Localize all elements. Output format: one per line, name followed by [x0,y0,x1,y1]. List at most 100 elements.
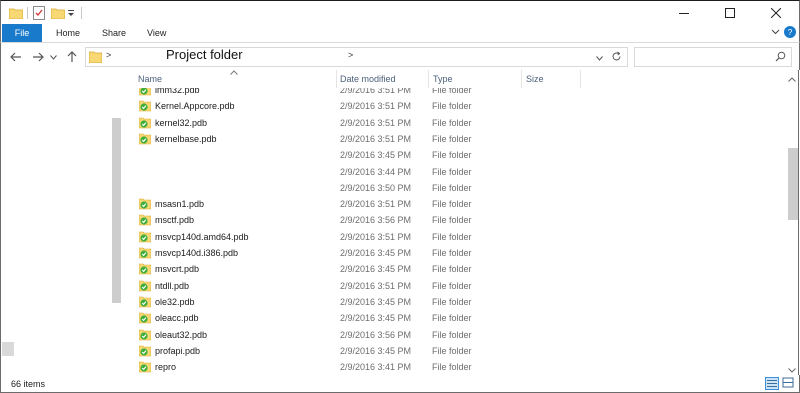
file-name: kernelbase.pdb [155,133,217,144]
synced-folder-icon [138,117,152,129]
file-name: Kernel.Appcore.pdb [155,101,235,112]
file-date-modified: 2/9/2016 3:41 PM [340,362,412,373]
synced-folder-icon [138,263,152,275]
column-headers: Name Date modified Type Size [128,70,785,88]
search-input[interactable] [634,47,792,67]
close-button[interactable] [753,1,799,24]
file-type: File folder [432,199,472,210]
file-date-modified: 2/9/2016 3:44 PM [340,166,412,177]
file-row[interactable]: 2/9/2016 3:44 PM File folder [128,164,785,180]
file-name: msctf.pdb [155,215,195,226]
expand-ribbon-icon[interactable] [771,27,780,38]
file-row[interactable]: imm32.pdb 2/9/2016 3:51 PM File folder [128,88,785,98]
scroll-up-icon[interactable] [788,74,796,84]
file-name: msvcrt.pdb [155,264,200,275]
large-icons-view-icon [782,377,794,388]
file-date-modified: 2/9/2016 3:45 PM [340,345,412,356]
synced-folder-icon [138,198,152,210]
file-date-modified: 2/9/2016 3:51 PM [340,133,412,144]
address-bar[interactable]: > Project folder > [85,47,628,67]
synced-folder-icon [138,231,152,243]
file-type: File folder [432,329,472,340]
file-row[interactable]: msvcrt.pdb 2/9/2016 3:45 PM File folder [128,261,785,277]
tab-file[interactable]: File [2,24,42,42]
file-name: msvcp140d.i386.pdb [155,248,239,258]
file-type: File folder [432,231,472,242]
file-row[interactable]: repro 2/9/2016 3:41 PM File folder [128,359,785,375]
column-divider[interactable] [580,70,581,88]
maximize-button[interactable] [707,1,753,24]
file-date-modified: 2/9/2016 3:50 PM [340,182,412,193]
column-size[interactable]: Size [516,70,576,88]
properties-icon[interactable] [33,5,45,20]
file-type: File folder [432,313,472,324]
file-date-modified: 2/9/2016 3:51 PM [340,88,412,95]
file-name: profapi.pdb [155,345,201,356]
file-date-modified: 2/9/2016 3:45 PM [340,264,412,275]
new-folder-icon[interactable] [51,5,65,20]
quick-access-separator [27,7,28,19]
synced-folder-icon [138,345,152,357]
refresh-icon [612,51,621,61]
file-row[interactable]: msvcp140d.amd64.pdb 2/9/2016 3:51 PM File … [128,229,785,245]
customize-quick-access-icon[interactable] [67,5,75,20]
file-name: msvcp140d.amd64.pdb [155,231,249,242]
file-row[interactable]: kernel32.pdb 2/9/2016 3:51 PM File folder [128,115,785,131]
file-row[interactable]: msctf.pdb 2/9/2016 3:56 PM File folder [128,212,785,228]
maximize-icon [725,7,735,18]
file-row[interactable]: msasn1.pdb 2/9/2016 3:51 PM File folder [128,196,785,212]
tab-share[interactable]: Share [102,24,126,42]
breadcrumb-separator[interactable]: > [348,50,353,60]
breadcrumb-project-folder[interactable]: Project folder [166,47,243,62]
up-button[interactable] [63,48,81,66]
file-row[interactable]: profapi.pdb 2/9/2016 3:45 PM File folder [128,343,785,359]
column-type[interactable]: Type [423,70,515,88]
synced-folder-icon [138,247,152,259]
scroll-down-icon[interactable] [788,365,796,375]
file-name: repro [155,362,177,373]
column-name[interactable]: Name [128,70,336,88]
details-view-icon [767,380,777,387]
file-list: imm32.pdb 2/9/2016 3:51 PM File folder Kern… [128,88,785,375]
minimize-icon [679,12,689,14]
file-row[interactable]: kernelbase.pdb 2/9/2016 3:51 PM File folde… [128,131,785,147]
help-icon[interactable]: ? [784,26,796,38]
back-button[interactable] [7,48,25,66]
chevron-down-icon [596,56,603,61]
recent-locations-button[interactable] [47,48,59,66]
file-type: File folder [432,88,472,95]
address-history-button[interactable] [596,53,603,63]
file-row[interactable]: oleaut32.pdb 2/9/2016 3:56 PM File folder [128,327,785,343]
file-date-modified: 2/9/2016 3:51 PM [340,280,412,291]
file-type: File folder [432,280,472,291]
navigation-pane[interactable] [0,70,128,375]
file-name: oleaut32.pdb [155,329,208,340]
file-row[interactable]: 2/9/2016 3:45 PM File folder [128,147,785,163]
navigation-scrollbar-thumb[interactable] [112,118,121,303]
navigation-item[interactable] [2,342,14,356]
details-view-button[interactable] [765,377,779,390]
file-row[interactable]: msvcp140d.i386.pdb 2/9/2016 3:45 PM File f… [128,245,785,261]
tab-view[interactable]: View [147,24,166,42]
file-row[interactable]: ole32.pdb 2/9/2016 3:45 PM File folder [128,294,785,310]
large-icons-view-button[interactable] [782,377,796,390]
file-date-modified: 2/9/2016 3:45 PM [340,150,412,161]
file-row[interactable]: oleacc.pdb 2/9/2016 3:45 PM File folder [128,310,785,326]
file-row[interactable]: Kernel.Appcore.pdb 2/9/2016 3:51 PM File f… [128,98,785,114]
synced-folder-icon [138,100,152,112]
refresh-button[interactable] [611,51,622,64]
breadcrumb-separator[interactable]: > [106,50,111,60]
status-bar: 66 items [0,375,800,393]
column-date-modified[interactable]: Date modified [330,70,422,88]
minimize-button[interactable] [661,1,707,24]
forward-button[interactable] [29,48,47,66]
scrollbar-thumb[interactable] [788,148,798,220]
file-name: kernel32.pdb [155,117,208,128]
file-name: ntdll.pdb [155,280,190,291]
tab-home[interactable]: Home [56,24,80,42]
file-row[interactable]: ntdll.pdb 2/9/2016 3:51 PM File folder [128,278,785,294]
ribbon-tabs: File Home Share View ? [0,24,800,42]
address-row: > Project folder > [0,42,800,70]
file-list-scrollbar[interactable] [785,70,799,375]
file-row[interactable]: 2/9/2016 3:50 PM File folder [128,180,785,196]
